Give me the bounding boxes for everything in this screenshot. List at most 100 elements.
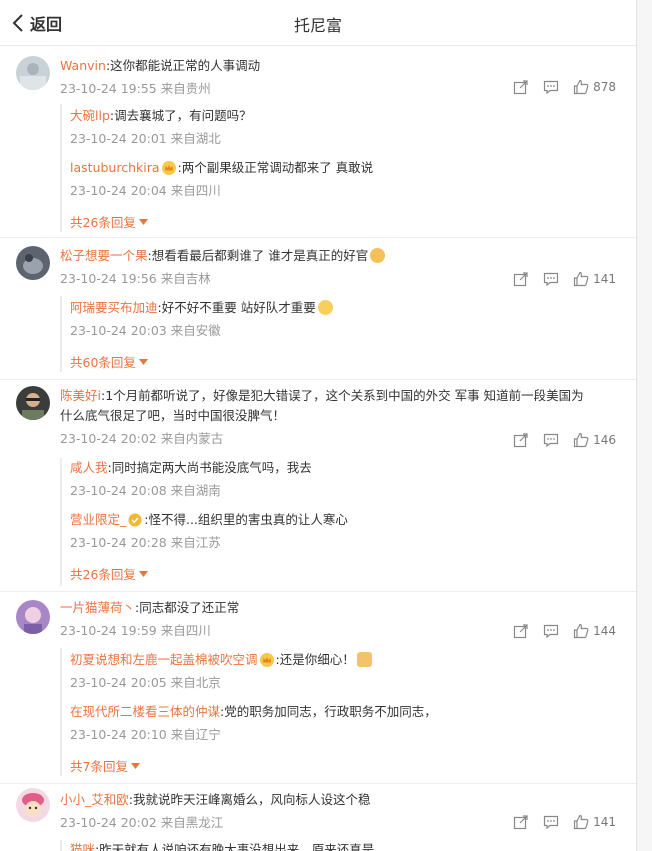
verified-badge-icon <box>128 513 142 527</box>
reply-item: 阿瑞要买布加迪:好不好不重要 站好队才重要 23-10-24 20:03 来自安… <box>70 298 610 341</box>
like-button[interactable]: 146 <box>573 432 616 448</box>
reply-username[interactable]: 咸人我 <box>70 460 108 475</box>
thumbs-up-icon <box>573 271 589 287</box>
comment-icon[interactable] <box>543 271 559 287</box>
reply-username[interactable]: 阿瑞要买布加迪 <box>70 300 158 315</box>
avatar[interactable] <box>16 788 50 822</box>
reply-username[interactable]: 初夏说想和左鹿一起盖棉被吹空调 <box>70 652 258 667</box>
more-replies-link[interactable]: 共7条回复 <box>70 756 140 775</box>
avatar[interactable] <box>16 246 50 280</box>
reply-body: :昨天就有人说咱还有晚大事没想出来，原来还真是 <box>95 842 375 851</box>
comment-username[interactable]: 陈美好i <box>60 388 101 403</box>
more-replies-label: 共60条回复 <box>70 355 136 370</box>
reply-username[interactable]: 猫咪 <box>70 842 95 851</box>
thumbs-up-icon <box>573 623 589 639</box>
like-count: 141 <box>593 815 616 829</box>
comment-item: 一片猫薄荷丶:同志都没了还正常 23-10-24 19:59 来自四川 144 … <box>0 592 636 784</box>
comment-username[interactable]: 小小_艾和欧 <box>60 792 129 807</box>
comment-item: 陈美好i:1个月前都听说了，好像是犯大错误了，这个关系到中国的外交 军事 知道前… <box>0 380 636 592</box>
cute-face-emoji-icon <box>370 248 386 263</box>
avatar[interactable] <box>16 56 50 90</box>
reply-body: :还是你细心！ <box>275 652 355 667</box>
comment-body: :同志都没了还正常 <box>135 600 240 615</box>
like-count: 146 <box>593 433 616 447</box>
reply-item: 大碗llp:调去襄城了，有问题吗？ 23-10-24 20:01 来自湖北 <box>70 106 610 149</box>
more-replies-link[interactable]: 共60条回复 <box>70 352 148 371</box>
more-replies-label: 共7条回复 <box>70 759 128 774</box>
caret-down-icon <box>138 218 148 225</box>
avatar[interactable] <box>16 600 50 634</box>
comment-username[interactable]: 一片猫薄荷丶 <box>60 600 135 615</box>
comment-text: 陈美好i:1个月前都听说了，好像是犯大错误了，这个关系到中国的外交 军事 知道前… <box>60 386 620 406</box>
share-icon[interactable] <box>513 271 529 287</box>
comment-actions: 146 <box>513 432 616 448</box>
reply-item: lastuburchkira:两个副果级正常调动都来了 真敢说 23-10-24… <box>70 158 610 201</box>
reply-body: :怪不得...组织里的害虫真的让人寒心 <box>144 512 348 527</box>
comment-icon[interactable] <box>543 432 559 448</box>
thumbs-up-icon <box>573 79 589 95</box>
reply-meta: 23-10-24 20:28 来自江苏 <box>70 535 221 550</box>
comment-text-continued: 什么底气很足了吧，当时中国很没脾气！ <box>60 408 286 423</box>
comment-username[interactable]: 松子想要一个果 <box>60 248 148 263</box>
more-replies-label: 共26条回复 <box>70 215 136 230</box>
reply-list: 阿瑞要买布加迪:好不好不重要 站好队才重要 23-10-24 20:03 来自安… <box>60 296 608 372</box>
scrollbar[interactable] <box>636 0 652 851</box>
comment-item: Wanvin:这你都能说正常的人事调动 23-10-24 19:55 来自贵州 … <box>0 46 636 238</box>
like-count: 141 <box>593 272 616 286</box>
reply-item: 咸人我:同时搞定两大尚书能没底气吗，我去 23-10-24 20:08 来自湖南 <box>70 458 610 501</box>
reply-body: :党的职务加同志，行政职务不加同志， <box>220 704 437 719</box>
like-button[interactable]: 878 <box>573 79 616 95</box>
comment-icon[interactable] <box>543 814 559 830</box>
reply-list: 猫咪:昨天就有人说咱还有晚大事没想出来，原来还真是 <box>60 840 608 851</box>
reply-body: :好不好不重要 站好队才重要 <box>157 300 316 315</box>
comment-page: 返回 托尼富 Wanvin:这你都能说正常的人事调动 23-10-24 19:5… <box>0 0 636 851</box>
reply-list: 咸人我:同时搞定两大尚书能没底气吗，我去 23-10-24 20:08 来自湖南… <box>60 458 608 586</box>
like-button[interactable]: 141 <box>573 814 616 830</box>
comment-body: :我就说昨天汪峰离婚么，风向标人设这个稳 <box>128 792 371 807</box>
reply-item: 猫咪:昨天就有人说咱还有晚大事没想出来，原来还真是 <box>70 840 610 851</box>
reply-username[interactable]: 营业限定_ <box>70 512 126 527</box>
like-button[interactable]: 144 <box>573 623 616 639</box>
comment-item: 松子想要一个果:想看看最后都剩谁了 谁才是真正的好官 23-10-24 19:5… <box>0 238 636 380</box>
reply-meta: 23-10-24 20:10 来自辽宁 <box>70 727 221 742</box>
reply-username[interactable]: 大碗llp <box>70 108 110 123</box>
comment-actions: 141 <box>513 271 616 287</box>
comment-text: 松子想要一个果:想看看最后都剩谁了 谁才是真正的好官 <box>60 246 620 266</box>
comment-icon[interactable] <box>543 79 559 95</box>
share-icon[interactable] <box>513 79 529 95</box>
reply-username[interactable]: lastuburchkira <box>70 160 160 175</box>
reply-meta: 23-10-24 20:05 来自北京 <box>70 675 221 690</box>
reply-username[interactable]: 在现代所二楼看三体的仲谋 <box>70 704 220 719</box>
comment-body: :想看看最后都剩谁了 谁才是真正的好官 <box>147 248 369 263</box>
comment-text: 小小_艾和欧:我就说昨天汪峰离婚么，风向标人设这个稳 <box>60 790 620 810</box>
thumbs-up-emoji-icon <box>356 652 372 667</box>
comment-actions: 141 <box>513 814 616 830</box>
share-icon[interactable] <box>513 814 529 830</box>
share-icon[interactable] <box>513 623 529 639</box>
reply-item: 营业限定_ :怪不得...组织里的害虫真的让人寒心 23-10-24 20:28 … <box>70 510 610 553</box>
reply-body: :调去襄城了，有问题吗？ <box>109 108 252 123</box>
comment-text: Wanvin:这你都能说正常的人事调动 <box>60 56 620 76</box>
more-replies-link[interactable]: 共26条回复 <box>70 212 148 231</box>
comment-username[interactable]: Wanvin <box>60 58 106 73</box>
reply-list: 大碗llp:调去襄城了，有问题吗？ 23-10-24 20:01 来自湖北 la… <box>60 104 608 232</box>
caret-down-icon <box>138 570 148 577</box>
like-button[interactable]: 141 <box>573 271 616 287</box>
reply-meta: 23-10-24 20:04 来自四川 <box>70 183 221 198</box>
caret-down-icon <box>130 762 140 769</box>
page-title: 托尼富 <box>293 16 342 35</box>
more-replies-link[interactable]: 共26条回复 <box>70 564 148 583</box>
comment-body: :这你都能说正常的人事调动 <box>105 58 261 73</box>
reply-meta: 23-10-24 20:08 来自湖南 <box>70 483 221 498</box>
avatar[interactable] <box>16 386 50 420</box>
like-count: 144 <box>593 624 616 638</box>
comment-body: :1个月前都听说了，好像是犯大错误了，这个关系到中国的外交 军事 知道前一段美国… <box>100 388 584 403</box>
crown-badge-icon <box>161 161 176 175</box>
comment-actions: 144 <box>513 623 616 639</box>
caret-down-icon <box>138 358 148 365</box>
reply-body: :同时搞定两大尚书能没底气吗，我去 <box>107 460 312 475</box>
comment-item: 小小_艾和欧:我就说昨天汪峰离婚么，风向标人设这个稳 23-10-24 20:0… <box>0 784 636 851</box>
thumbs-up-icon <box>573 432 589 448</box>
comment-icon[interactable] <box>543 623 559 639</box>
share-icon[interactable] <box>513 432 529 448</box>
